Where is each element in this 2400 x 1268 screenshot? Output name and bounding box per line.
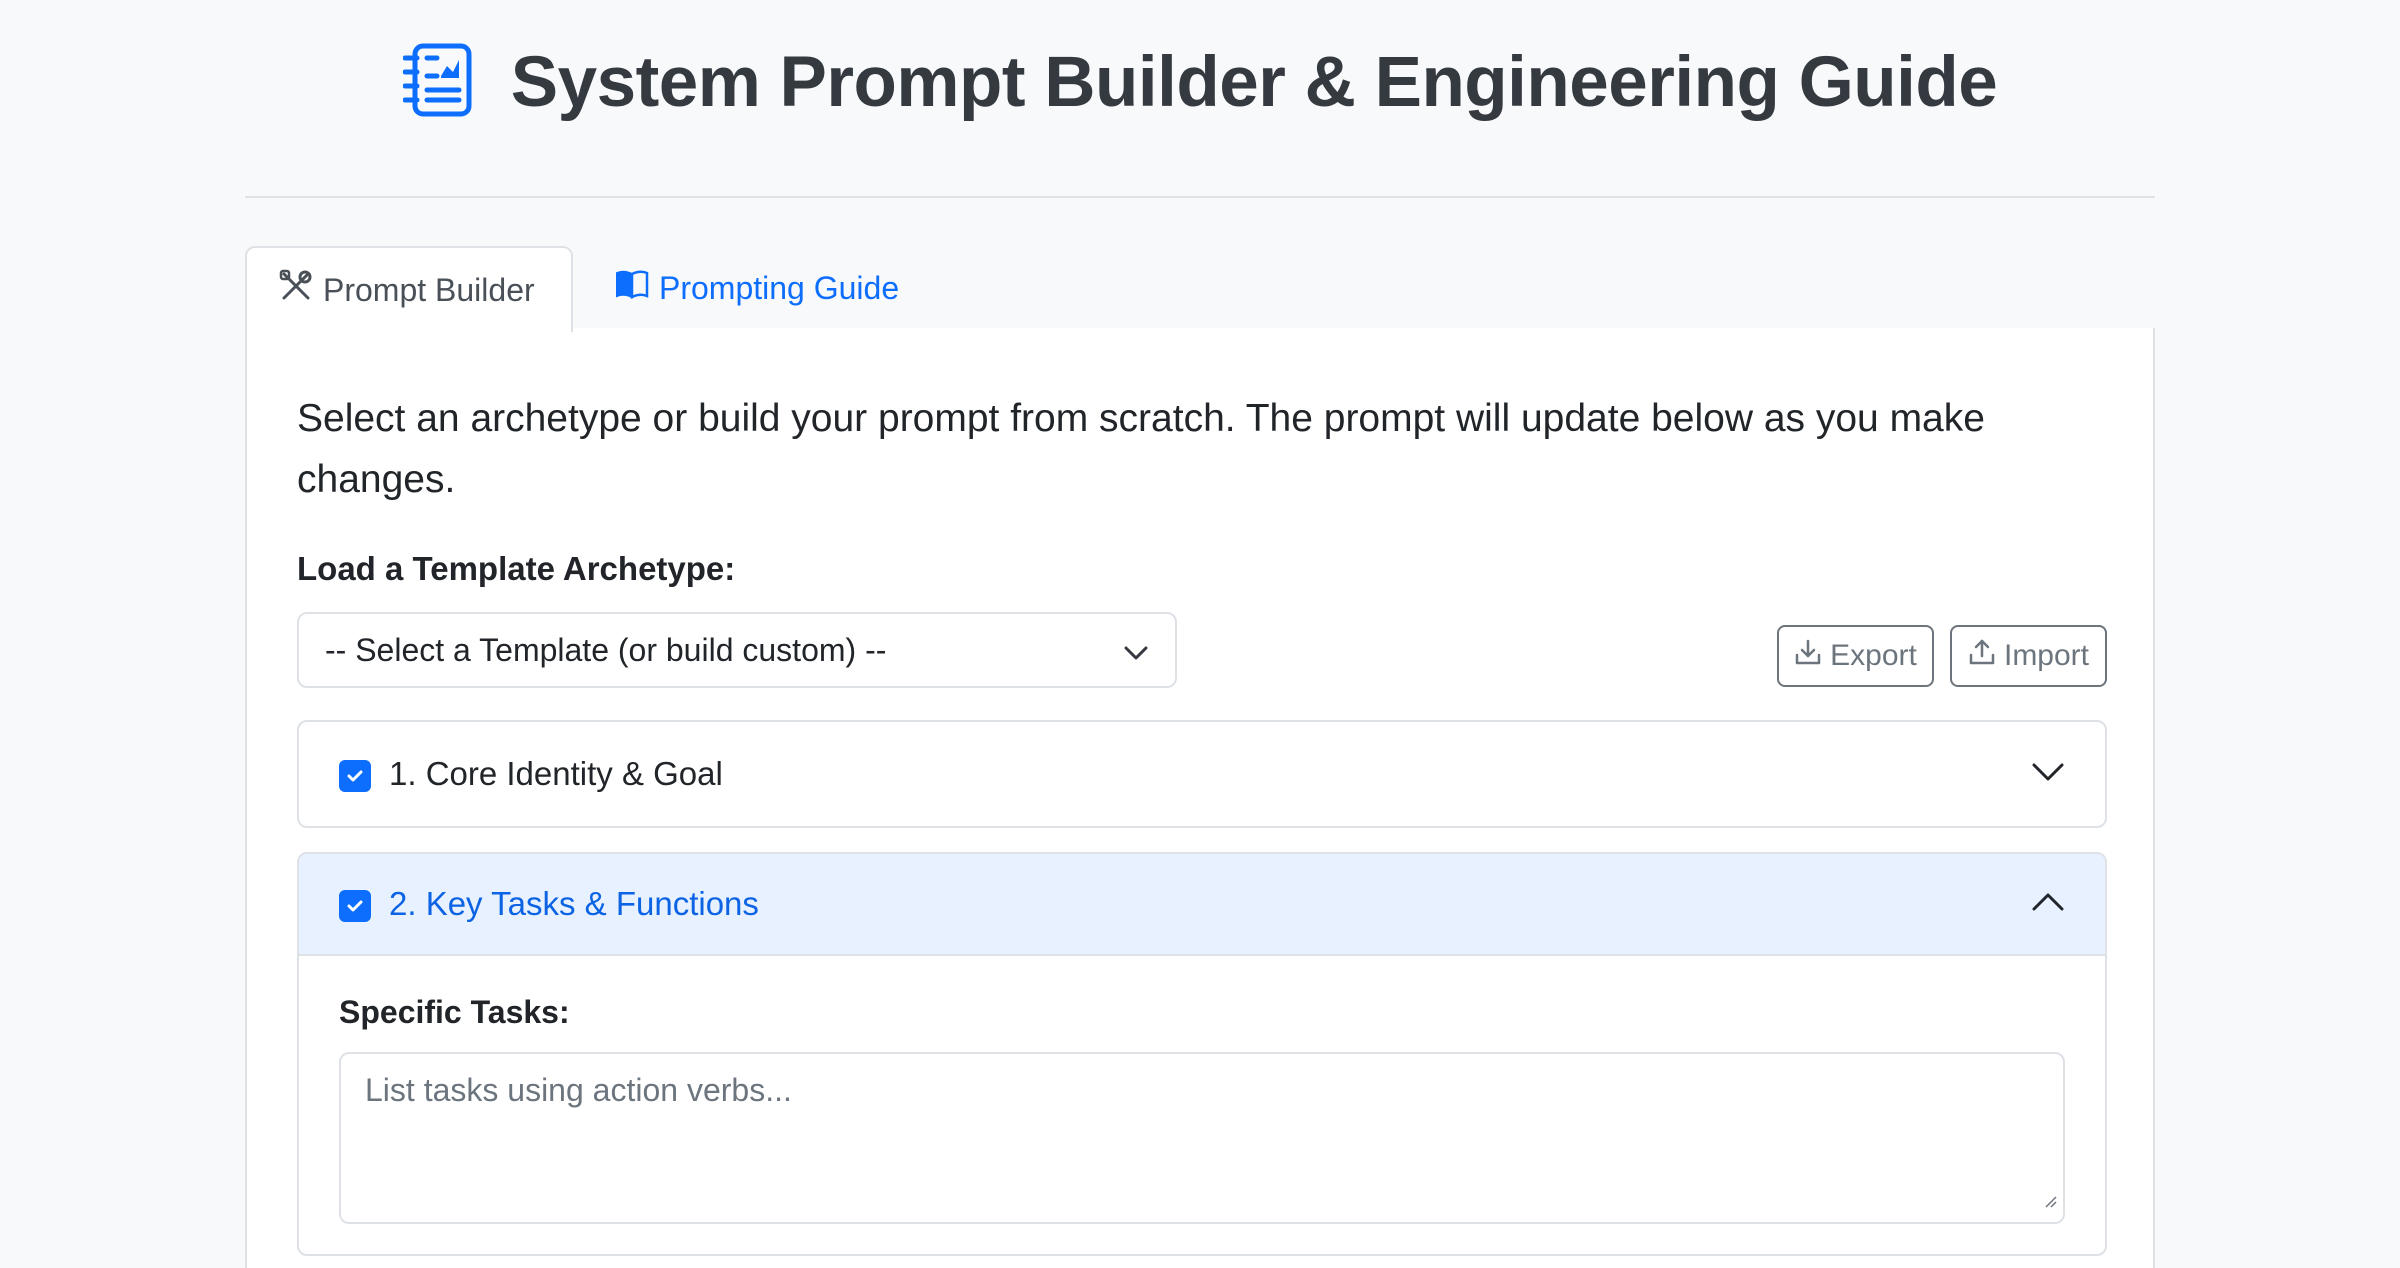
tab-bar: Prompt Builder Prompting Guide — [245, 246, 2155, 332]
specific-tasks-textarea[interactable]: List tasks using action verbs... — [339, 1052, 2065, 1224]
book-icon — [615, 269, 649, 307]
import-button[interactable]: Import — [1950, 625, 2107, 687]
tab-prompt-builder[interactable]: Prompt Builder — [245, 246, 573, 332]
section-key-tasks: 2. Key Tasks & Functions Specific Tasks:… — [297, 852, 2107, 1256]
import-label: Import — [2003, 639, 2090, 672]
section-core-identity: 1. Core Identity & Goal — [297, 720, 2107, 828]
download-icon — [1794, 638, 1822, 674]
specific-tasks-placeholder: List tasks using action verbs... — [365, 1072, 792, 1108]
template-label: Load a Template Archetype: — [297, 550, 736, 587]
template-select-value: -- Select a Template (or build custom) -… — [325, 631, 887, 668]
app-header: System Prompt Builder & Engineering Guid… — [0, 0, 2400, 170]
document-list-icon — [402, 42, 475, 123]
section-key-tasks-checkbox[interactable] — [339, 890, 371, 922]
chevron-up-icon[interactable] — [2031, 892, 2065, 917]
builder-panel: Select an archetype or build your prompt… — [245, 328, 2155, 1268]
tab-label: Prompt Builder — [323, 271, 535, 308]
section-core-identity-checkbox[interactable] — [339, 760, 371, 792]
section-key-tasks-header[interactable]: 2. Key Tasks & Functions — [299, 854, 2105, 956]
export-button[interactable]: Export — [1777, 625, 1934, 687]
tab-label: Prompting Guide — [659, 269, 900, 306]
page-title: System Prompt Builder & Engineering Guid… — [510, 43, 1998, 122]
chevron-down-icon[interactable] — [2031, 762, 2065, 787]
resize-grip-icon[interactable] — [2041, 1179, 2057, 1216]
template-select[interactable]: -- Select a Template (or build custom) -… — [297, 612, 1177, 688]
specific-tasks-label: Specific Tasks: — [339, 994, 570, 1030]
section-title: 2. Key Tasks & Functions — [389, 885, 759, 922]
tools-icon — [279, 269, 313, 311]
intro-text: Select an archetype or build your prompt… — [297, 397, 1985, 501]
header-divider — [245, 196, 2155, 198]
tab-prompting-guide[interactable]: Prompting Guide — [583, 246, 931, 330]
chevron-down-icon — [1123, 632, 1149, 669]
export-label: Export — [1830, 639, 1917, 672]
upload-icon — [1968, 638, 1996, 674]
section-core-identity-header[interactable]: 1. Core Identity & Goal — [299, 722, 2105, 826]
section-title: 1. Core Identity & Goal — [389, 755, 723, 792]
